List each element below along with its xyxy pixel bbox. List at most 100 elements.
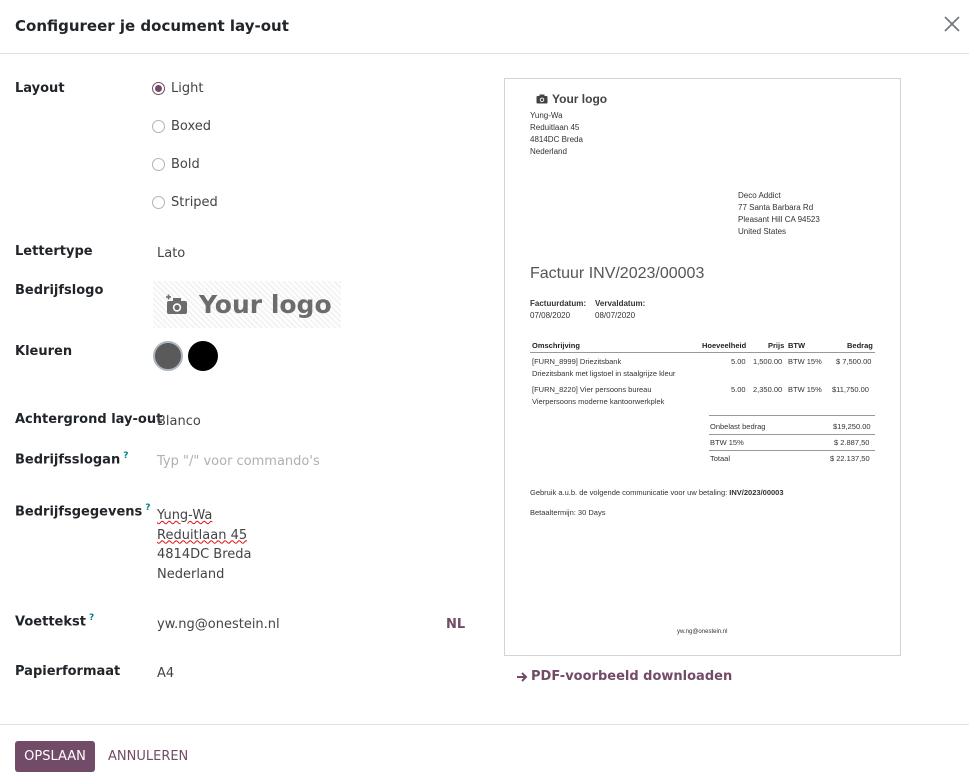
tax-label: BTW 15%	[710, 438, 744, 447]
totals-divider	[709, 434, 875, 435]
logo-placeholder-text: Your logo	[199, 290, 332, 319]
address-line: Deco Addict	[738, 191, 781, 200]
untaxed-label: Onbelast bedrag	[710, 422, 766, 431]
address-line: United States	[738, 227, 787, 236]
radio-icon[interactable]	[152, 196, 165, 209]
camera-icon	[536, 94, 548, 104]
address-line: Reduitlaan 45	[530, 123, 580, 132]
close-icon[interactable]	[941, 13, 963, 35]
row-price: 1,500.00	[753, 357, 783, 366]
company-line: Reduitlaan 45	[157, 527, 248, 543]
payment-text: Gebruik a.u.b. de volgende communicatie …	[530, 488, 728, 497]
logo-upload[interactable]: Your logo	[153, 281, 341, 328]
preview-customer-address: Deco Addict 77 Santa Barbara Rd Pleasant…	[738, 190, 820, 238]
address-line: Nederland	[530, 147, 567, 156]
layout-option-striped[interactable]: Striped	[152, 195, 218, 210]
paper-format-label: Papierformaat	[15, 664, 121, 679]
row-tax: BTW 15%	[788, 357, 822, 366]
payment-communication: Gebruik a.u.b. de volgende communicatie …	[530, 488, 784, 497]
primary-color-swatch[interactable]	[153, 341, 183, 371]
dialog-header: Configureer je document lay-out	[0, 0, 969, 54]
company-details-input[interactable]: Yung-Wa Reduitlaan 45 4814DC Breda Neder…	[157, 506, 252, 584]
company-line: Yung-Wa	[157, 508, 213, 523]
cancel-button[interactable]: ANNULEREN	[108, 741, 188, 772]
row-description: [FURN_8999] Driezitsbank	[532, 357, 622, 366]
preview-company-address: Yung-Wa Reduitlaan 45 4814DC Breda Neder…	[530, 110, 583, 158]
preview-invoice-title: Factuur INV/2023/00003	[530, 265, 705, 282]
untaxed-value: $19,250.00	[833, 422, 871, 431]
row-tax: BTW 15%	[788, 385, 822, 394]
save-button[interactable]: OPSLAAN	[15, 741, 95, 772]
col-price: Prijs	[768, 341, 785, 350]
background-select[interactable]: Blanco	[157, 414, 201, 429]
slogan-label-text: Bedrijfsslogan	[15, 452, 121, 468]
address-line: Pleasant Hill CA 94523	[738, 215, 820, 224]
totals-divider	[709, 415, 875, 416]
footer-label-text: Voettekst	[15, 614, 86, 630]
invoice-date: 07/08/2020	[530, 311, 571, 320]
row-description: [FURN_8220] Vier persoons bureau	[532, 385, 652, 394]
layout-option-boxed[interactable]: Boxed	[152, 119, 211, 134]
radio-checked-icon[interactable]	[152, 82, 165, 95]
help-icon[interactable]: ?	[145, 503, 150, 513]
row-description-detail: Driezitsbank met ligstoel in staalgrijze…	[532, 369, 676, 378]
help-icon[interactable]: ?	[123, 451, 128, 461]
camera-plus-icon	[166, 294, 187, 314]
address-line: 77 Santa Barbara Rd	[738, 203, 814, 212]
company-line: Nederland	[157, 566, 225, 582]
layout-option-light[interactable]: Light	[152, 81, 203, 96]
company-details-label: Bedrijfsgegevens?	[15, 503, 151, 519]
preview-footer-email: yw.ng@onestein.nl	[677, 629, 728, 635]
slogan-input[interactable]: Typ "/" voor commando's	[157, 454, 320, 469]
radio-icon[interactable]	[152, 158, 165, 171]
col-description: Omschrijving	[532, 341, 580, 350]
radio-icon[interactable]	[152, 120, 165, 133]
font-label: Lettertype	[15, 244, 93, 259]
payment-terms: Betaaltermijn: 30 Days	[530, 508, 606, 517]
payment-reference: INV/2023/00003	[729, 488, 784, 497]
total-label: Totaal	[710, 454, 731, 463]
total-value: $ 22.137,50	[830, 454, 870, 463]
arrow-right-icon	[517, 671, 528, 682]
layout-option-label: Boxed	[171, 119, 212, 134]
tax-value: $ 2.887,50	[834, 438, 870, 447]
document-preview: Your logo Yung-Wa Reduitlaan 45 4814DC B…	[504, 78, 901, 656]
company-line: 4814DC Breda	[157, 547, 252, 562]
pdf-download-label: PDF-voorbeeld downloaden	[531, 669, 733, 684]
company-details-label-text: Bedrijfsgegevens	[15, 504, 143, 520]
background-label: Achtergrond lay-out	[15, 412, 163, 427]
footer-input[interactable]: yw.ng@onestein.nl	[157, 617, 280, 632]
row-description-detail: Vierpersoons moderne kantoorwerkplek	[532, 397, 665, 406]
col-quantity: Hoeveelheid	[702, 341, 747, 350]
font-select[interactable]: Lato	[157, 246, 185, 261]
totals-divider	[709, 450, 875, 451]
due-date-label: Vervaldatum:	[595, 299, 646, 308]
due-date: 08/07/2020	[595, 311, 636, 320]
table-header-divider	[530, 352, 875, 353]
row-amount: $11,750.00	[832, 385, 869, 394]
row-quantity: 5.00	[731, 357, 746, 366]
paper-format-select[interactable]: A4	[157, 666, 174, 681]
help-icon[interactable]: ?	[89, 613, 94, 623]
preview-logo: Your logo	[536, 92, 607, 106]
slogan-label: Bedrijfsslogan?	[15, 451, 128, 467]
language-button[interactable]: NL	[446, 617, 465, 632]
pdf-download-link[interactable]: PDF-voorbeeld downloaden	[516, 669, 732, 684]
secondary-color-swatch[interactable]	[188, 341, 218, 371]
footer-label: Voettekst?	[15, 613, 94, 629]
row-quantity: 5.00	[731, 385, 746, 394]
invoice-date-label: Factuurdatum:	[530, 299, 586, 308]
footer-divider	[0, 724, 969, 725]
layout-option-label: Light	[171, 81, 204, 96]
layout-option-bold[interactable]: Bold	[152, 157, 200, 172]
col-amount: Bedrag	[847, 341, 873, 350]
preview-logo-text: Your logo	[552, 92, 608, 106]
row-price: 2,350.00	[753, 385, 783, 394]
dialog-title: Configureer je document lay-out	[15, 17, 289, 35]
logo-label: Bedrijfslogo	[15, 283, 104, 298]
col-tax: BTW	[788, 341, 806, 350]
layout-option-label: Bold	[171, 157, 200, 172]
address-line: Yung-Wa	[530, 111, 563, 120]
layout-option-label: Striped	[171, 195, 218, 210]
layout-label: Layout	[15, 81, 65, 96]
